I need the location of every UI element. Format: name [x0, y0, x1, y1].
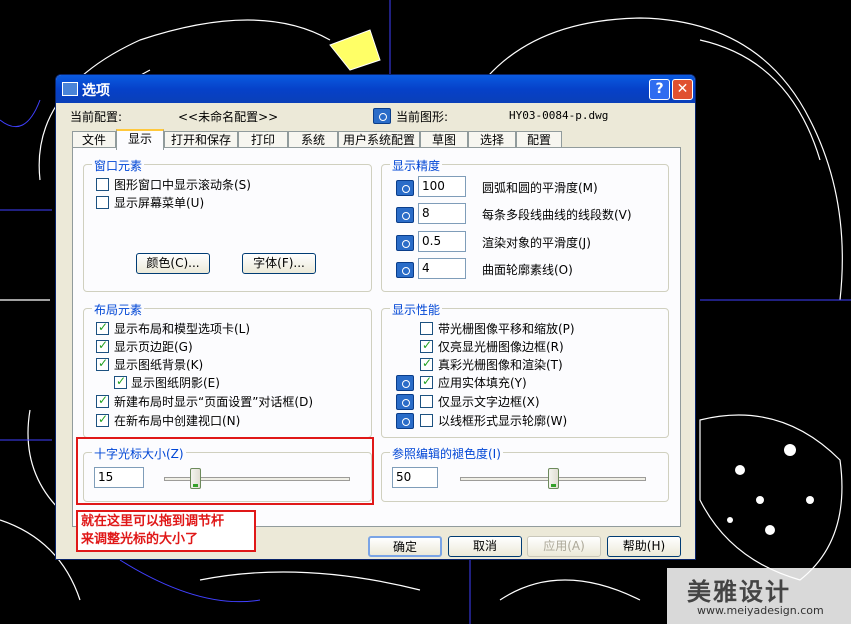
rendered-smoothness-label: 渲染对象的平滑度(J) — [482, 236, 591, 250]
display-resolution-title: 显示精度 — [390, 157, 443, 174]
solid-fill-label: 应用实体填充(Y) — [438, 376, 527, 390]
contour-lines-label: 曲面轮廓素线(O) — [482, 263, 573, 277]
polyline-segments-label: 每条多段线曲线的线段数(V) — [482, 208, 632, 222]
xref-fade-group: 参照编辑的褪色度(I) 50 — [381, 445, 669, 502]
close-button[interactable]: ✕ — [672, 79, 693, 100]
cancel-button[interactable]: 取消 — [448, 536, 522, 557]
window-elements-group: 窗口元素 图形窗口中显示滚动条(S) 显示屏幕菜单(U) 颜色(C)... 字体… — [83, 157, 372, 292]
colors-button[interactable]: 颜色(C)... — [136, 253, 210, 274]
page-setup-dialog-label: 新建布局时显示“页面设置”对话框(D) — [114, 395, 314, 409]
raster-pan-zoom-checkbox[interactable] — [420, 322, 433, 335]
current-drawing-label: 当前图形: — [396, 110, 449, 124]
wireframe-silhouette-label: 以线框形式显示轮廓(W) — [438, 414, 568, 428]
tab-display[interactable]: 显示 — [116, 129, 164, 150]
paper-shadow-checkbox[interactable] — [114, 374, 127, 389]
layout-elements-title: 布局元素 — [92, 301, 145, 318]
layout-tabs-label: 显示布局和模型选项卡(L) — [114, 322, 251, 336]
create-viewport-label: 在新布局中创建视口(N) — [114, 414, 241, 428]
dialog-titlebar[interactable]: 选项 ? ✕ — [56, 75, 695, 103]
annotation-callout: 就在这里可以拖到调节杆 来调整光标的大小了 — [76, 510, 256, 552]
scrollbars-checkbox[interactable] — [96, 178, 109, 191]
true-color-label: 真彩光栅图像和渲染(T) — [438, 358, 563, 372]
highlight-box — [76, 437, 374, 505]
help-button[interactable]: 帮助(H) — [607, 536, 681, 557]
apply-button[interactable]: 应用(A) — [527, 536, 601, 557]
text-frame-checkbox[interactable] — [420, 395, 433, 408]
arc-smoothness-label: 圆弧和圆的平滑度(M) — [482, 181, 598, 195]
xref-fade-title: 参照编辑的褪色度(I) — [390, 445, 503, 462]
drawing-setting-icon — [396, 180, 414, 196]
drawing-setting-icon — [396, 262, 414, 278]
margins-checkbox[interactable] — [96, 338, 109, 353]
raster-frame-checkbox[interactable] — [420, 338, 433, 353]
polyline-segments-input[interactable]: 8 — [418, 203, 466, 224]
wireframe-silhouette-checkbox[interactable] — [420, 414, 433, 427]
ok-button[interactable]: 确定 — [368, 536, 442, 557]
drawing-setting-icon — [396, 235, 414, 251]
app-icon — [62, 82, 78, 96]
drawing-setting-icon — [396, 413, 414, 429]
create-viewport-checkbox[interactable] — [96, 412, 109, 427]
drawing-icon — [373, 108, 391, 124]
watermark: 美雅设计 www.meiyadesign.com — [667, 568, 851, 624]
raster-pan-zoom-label: 带光栅图像平移和缩放(P) — [438, 322, 575, 336]
drawing-setting-icon — [396, 207, 414, 223]
paper-shadow-label: 显示图纸阴影(E) — [131, 376, 220, 390]
true-color-checkbox[interactable] — [420, 356, 433, 371]
paper-background-checkbox[interactable] — [96, 356, 109, 371]
annotation-line-1: 就在这里可以拖到调节杆 — [81, 514, 225, 529]
arc-smoothness-input[interactable]: 100 — [418, 176, 466, 197]
raster-frame-label: 仅亮显光栅图像边框(R) — [438, 340, 564, 354]
xref-fade-input[interactable]: 50 — [392, 467, 438, 488]
page-setup-dialog-checkbox[interactable] — [96, 393, 109, 408]
fonts-button[interactable]: 字体(F)... — [242, 253, 316, 274]
window-elements-title: 窗口元素 — [92, 157, 145, 174]
display-resolution-group: 显示精度 100 圆弧和圆的平滑度(M) 8 每条多段线曲线的线段数(V) 0.… — [381, 157, 669, 292]
contour-lines-input[interactable]: 4 — [418, 258, 466, 279]
watermark-url: www.meiyadesign.com — [697, 604, 824, 617]
drawing-setting-icon — [396, 375, 414, 391]
rendered-smoothness-input[interactable]: 0.5 — [418, 231, 466, 252]
screen-menu-label: 显示屏幕菜单(U) — [114, 196, 205, 210]
current-profile-label: 当前配置: — [70, 110, 123, 124]
display-performance-group: 显示性能 带光栅图像平移和缩放(P) 仅亮显光栅图像边框(R) 真彩光栅图像和渲… — [381, 301, 669, 438]
annotation-line-2: 来调整光标的大小了 — [81, 532, 199, 547]
dialog-title: 选项 — [82, 83, 110, 99]
help-titlebar-button[interactable]: ? — [649, 79, 670, 100]
layout-tabs-checkbox[interactable] — [96, 320, 109, 335]
layout-elements-group: 布局元素 显示布局和模型选项卡(L) 显示页边距(G) 显示图纸背景(K) 显示… — [83, 301, 372, 438]
text-frame-label: 仅显示文字边框(X) — [438, 395, 540, 409]
solid-fill-checkbox[interactable] — [420, 374, 433, 389]
screen-menu-checkbox[interactable] — [96, 196, 109, 209]
drawing-setting-icon — [396, 394, 414, 410]
display-performance-title: 显示性能 — [390, 301, 443, 318]
current-profile-value: <<未命名配置>> — [178, 110, 279, 124]
scrollbars-label: 图形窗口中显示滚动条(S) — [114, 178, 251, 192]
paper-background-label: 显示图纸背景(K) — [114, 358, 204, 372]
xref-fade-slider-thumb[interactable] — [547, 468, 559, 489]
margins-label: 显示页边距(G) — [114, 340, 193, 354]
current-drawing-value: HY03-0084-p.dwg — [509, 109, 609, 122]
watermark-brand: 美雅设计 — [687, 578, 791, 606]
